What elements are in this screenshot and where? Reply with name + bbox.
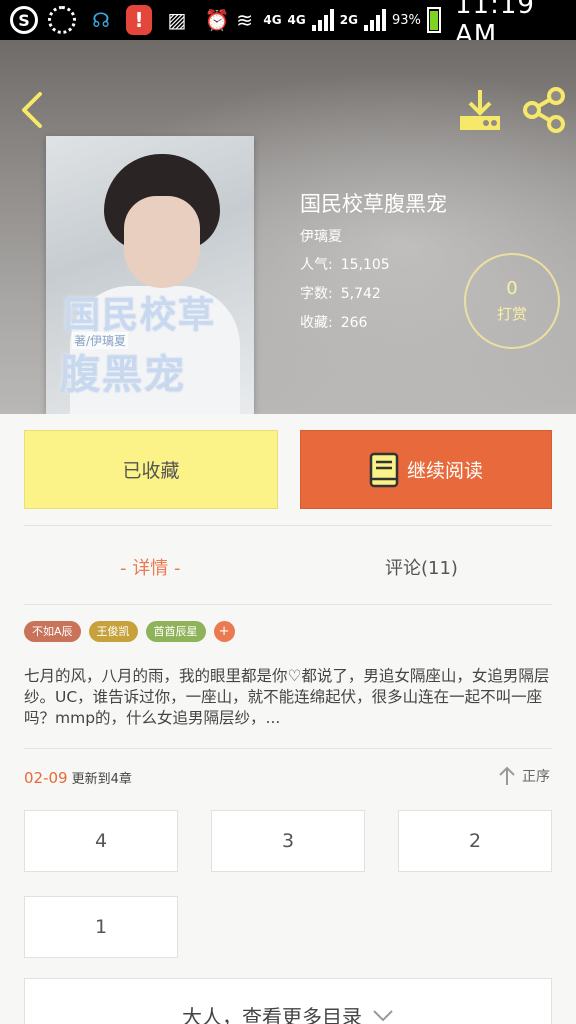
popularity-stat: 人气: 15,105 bbox=[300, 254, 390, 274]
update-info: 02-09 更新到4章 bbox=[24, 768, 132, 787]
reward-label: 打赏 bbox=[496, 305, 527, 323]
favorites-label: 收藏: bbox=[300, 315, 333, 331]
chapter-button[interactable]: 1 bbox=[24, 896, 178, 958]
book-header: 国民校草 著/伊璃夏 腹黑宠 国民校草腹黑宠 伊璃夏 人气: 15,105 字数:… bbox=[0, 40, 576, 414]
headset-icon: ☊ bbox=[92, 8, 110, 32]
sync-icon bbox=[48, 6, 76, 34]
popularity-value: 15,105 bbox=[340, 257, 390, 273]
words-stat: 字数: 5,742 bbox=[300, 283, 381, 303]
chapter-button[interactable]: 4 bbox=[24, 810, 178, 872]
image-icon: ▨ bbox=[167, 8, 187, 32]
alert-app-icon: ! bbox=[126, 5, 152, 35]
favorites-value: 266 bbox=[340, 315, 368, 331]
continue-reading-label: 继续阅读 bbox=[406, 460, 483, 482]
cover-title-bottom: 腹黑宠 bbox=[60, 352, 186, 398]
tab-detail[interactable]: - 详情 - bbox=[120, 554, 180, 580]
popularity-label: 人气: bbox=[300, 257, 333, 273]
update-date: 02-09 bbox=[24, 769, 68, 787]
back-icon[interactable] bbox=[14, 90, 54, 130]
chapter-button[interactable]: 2 bbox=[398, 810, 552, 872]
divider bbox=[24, 748, 552, 749]
words-label: 字数: bbox=[300, 286, 333, 302]
favorites-stat: 收藏: 266 bbox=[300, 312, 367, 332]
arrow-up-icon bbox=[499, 766, 515, 785]
network-type-3: 2G bbox=[339, 13, 358, 27]
tag-item[interactable]: 王俊凯 bbox=[88, 621, 138, 642]
tab-comments[interactable]: 评论(11) bbox=[385, 554, 458, 580]
network-type-1: 4G bbox=[263, 13, 282, 27]
continue-reading-button[interactable]: 继续阅读 bbox=[300, 430, 552, 509]
download-icon[interactable] bbox=[456, 88, 504, 132]
sogou-icon: S bbox=[10, 6, 38, 34]
divider bbox=[24, 604, 552, 605]
more-catalog-label: 大人，查看更多目录 bbox=[182, 1005, 362, 1024]
book-description[interactable]: 七月的风，八月的雨，我的眼里都是你♡都说了，男追女隔座山，女追男隔层纱。UC，谁… bbox=[24, 666, 552, 729]
battery-percent: 93% bbox=[391, 12, 421, 28]
divider bbox=[24, 525, 552, 526]
share-icon[interactable] bbox=[520, 86, 568, 134]
favorited-button[interactable]: 已收藏 bbox=[24, 430, 278, 509]
battery-icon bbox=[426, 7, 441, 33]
book-icon bbox=[369, 452, 399, 487]
tag-list: 不如A辰 王俊凯 酋酋辰星 + bbox=[24, 621, 235, 642]
alarm-icon: ⏰ bbox=[204, 8, 230, 32]
tag-item[interactable]: 酋酋辰星 bbox=[145, 621, 206, 642]
signal-icon-2 bbox=[363, 9, 386, 31]
book-title: 国民校草腹黑宠 bbox=[300, 192, 447, 216]
reward-button[interactable]: 0 打赏 bbox=[464, 253, 560, 349]
book-cover: 国民校草 著/伊璃夏 腹黑宠 bbox=[46, 136, 254, 414]
tag-item[interactable]: 不如A辰 bbox=[24, 621, 81, 642]
cover-figure-face bbox=[124, 196, 200, 288]
more-catalog-button[interactable]: 大人，查看更多目录 bbox=[24, 978, 552, 1024]
chevron-down-icon bbox=[373, 1010, 393, 1022]
sort-label: 正序 bbox=[522, 769, 550, 785]
sort-toggle[interactable]: 正序 bbox=[498, 766, 550, 786]
book-author[interactable]: 伊璃夏 bbox=[300, 226, 342, 246]
signal-icon bbox=[311, 9, 334, 31]
chapter-button[interactable]: 3 bbox=[211, 810, 365, 872]
wifi-icon: ≋ bbox=[236, 8, 254, 32]
cover-title-top: 国民校草 bbox=[64, 295, 217, 336]
update-text: 更新到4章 bbox=[71, 772, 132, 787]
network-type-2: 4G bbox=[287, 13, 306, 27]
reward-count: 0 bbox=[506, 278, 518, 299]
add-tag-button[interactable]: + bbox=[213, 621, 235, 642]
status-bar: S ☊ ! ▨ ⏰ ≋ 4G 4G 2G 93% 11:19 AM bbox=[0, 0, 576, 50]
cover-title-art: 国民校草 bbox=[64, 286, 254, 338]
words-value: 5,742 bbox=[340, 286, 381, 302]
